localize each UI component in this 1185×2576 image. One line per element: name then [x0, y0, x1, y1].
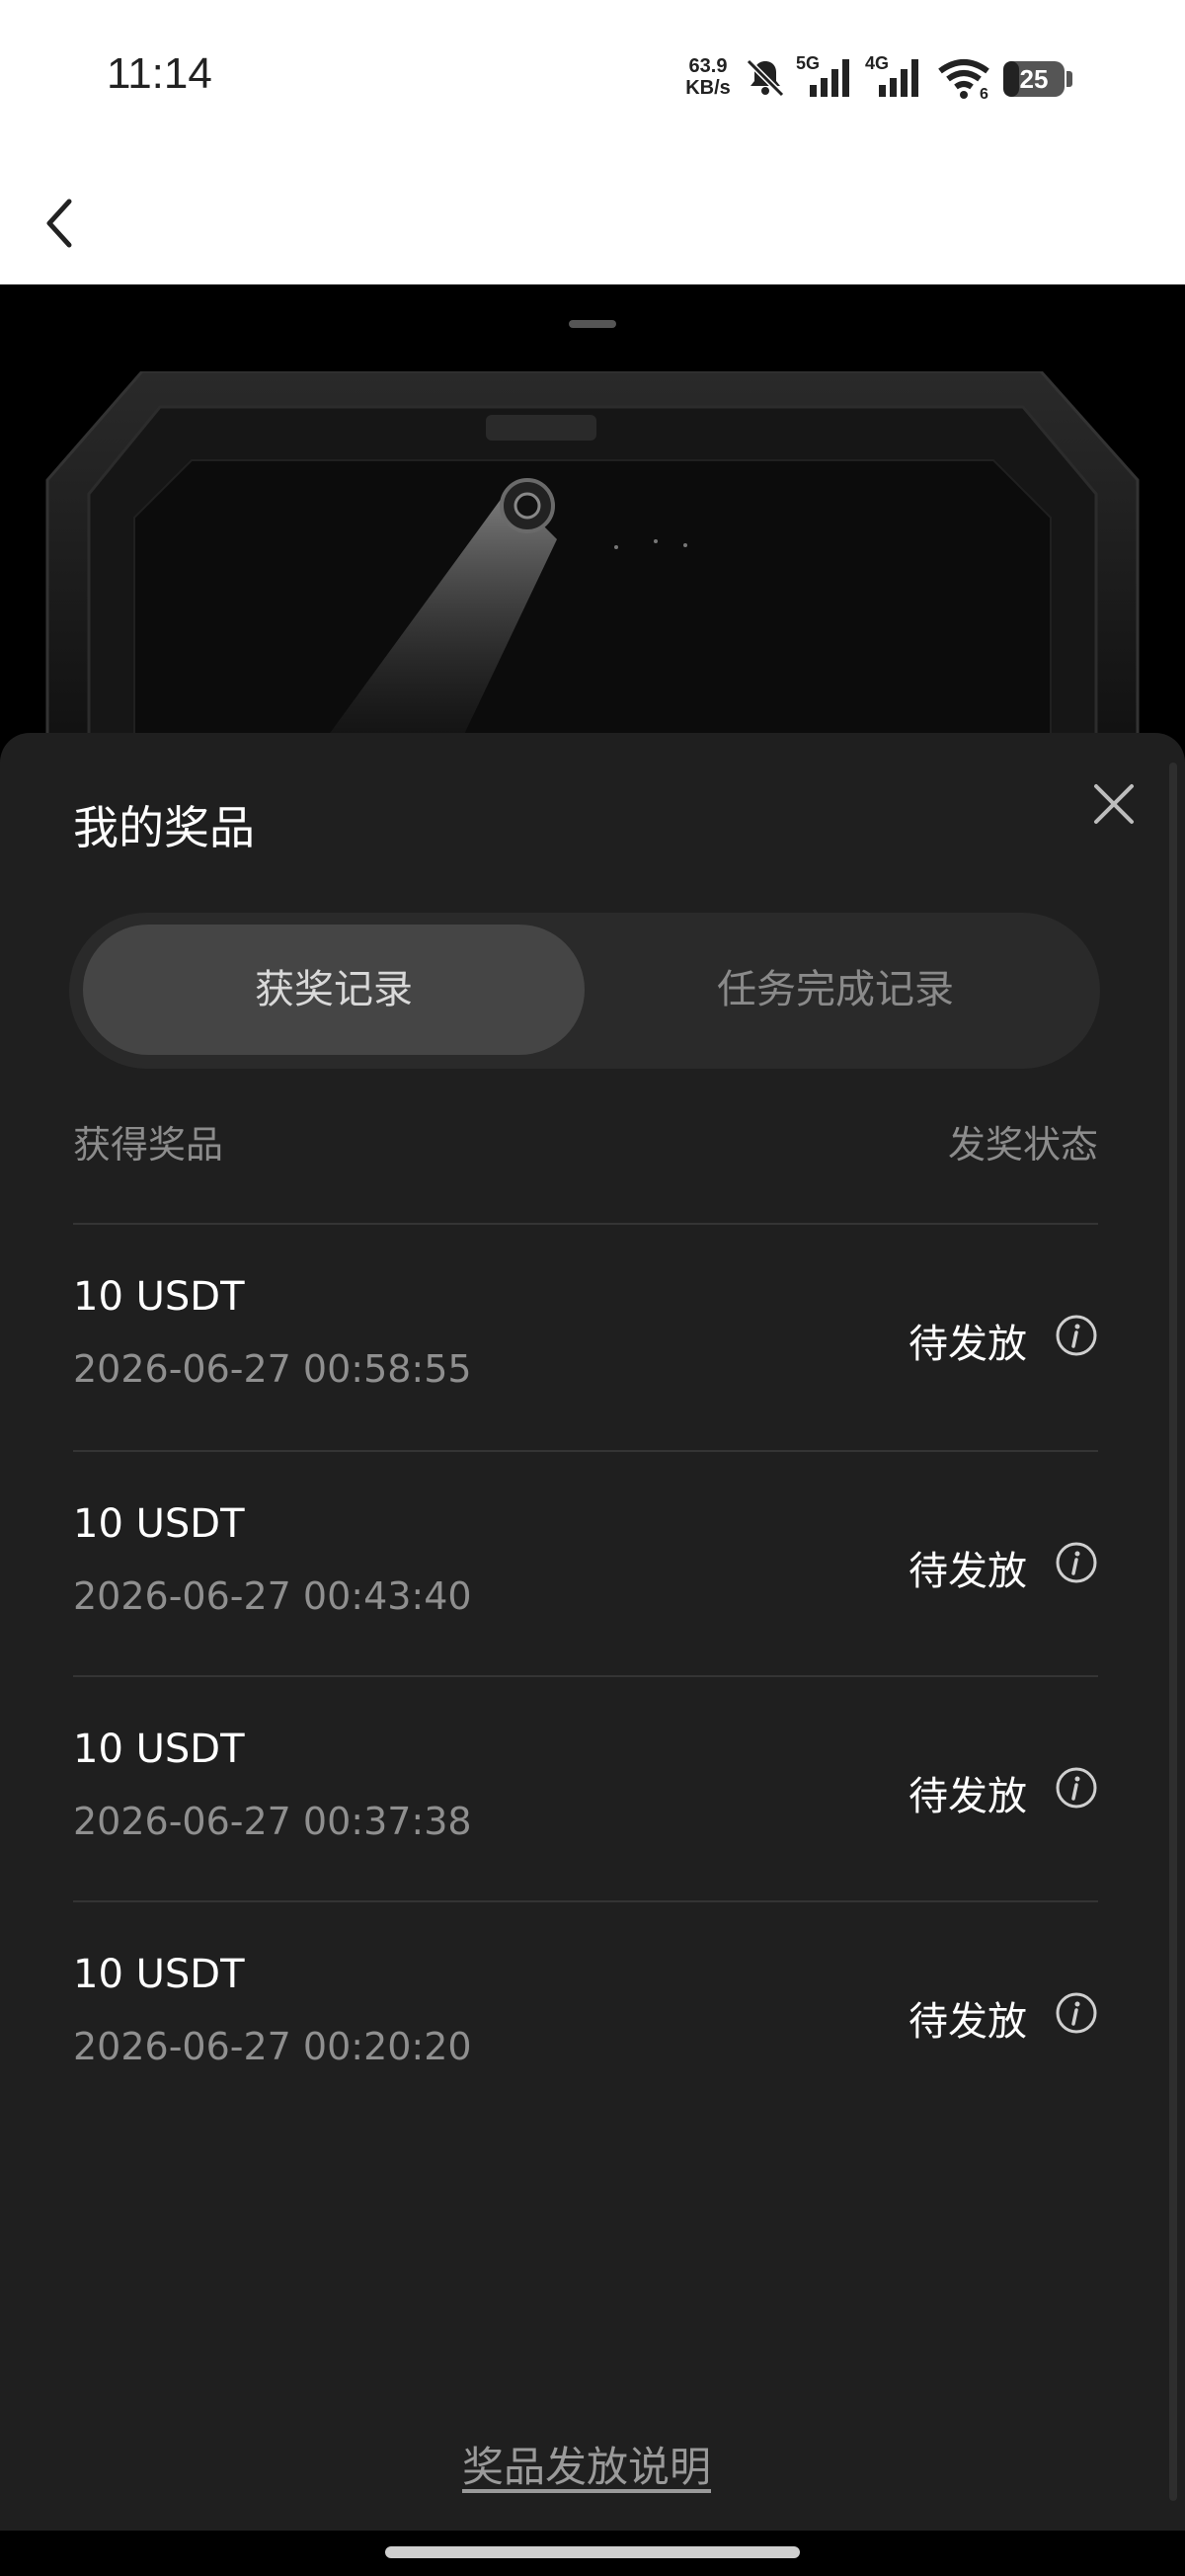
list-item: 10 USDT 2026-06-27 00:20:20 待发放: [73, 1902, 1098, 2128]
list-item: 10 USDT 2026-06-27 00:58:55 待发放: [73, 1225, 1098, 1450]
record-prize: 10 USDT: [73, 1501, 245, 1547]
record-status: 待发放: [908, 1774, 1027, 1819]
close-icon: [1094, 784, 1134, 824]
info-icon[interactable]: [1055, 1314, 1098, 1357]
info-icon[interactable]: [1055, 1991, 1098, 2035]
claw-machine-illustration: [45, 371, 1140, 747]
info-icon[interactable]: [1055, 1541, 1098, 1584]
record-status: 待发放: [908, 1549, 1027, 1594]
signal-5g-icon: 5G: [796, 53, 849, 97]
wifi-icon: 6: [938, 59, 989, 101]
tab-prize-records[interactable]: 获奖记录: [83, 925, 585, 1055]
network-4g-label: 4G: [865, 53, 889, 73]
network-speed: 63.9 KB/s: [681, 55, 735, 99]
home-indicator[interactable]: [385, 2546, 800, 2558]
battery-level: 25: [1019, 64, 1049, 94]
record-time: 2026-06-27 00:20:20: [73, 2025, 472, 2068]
list-item: 10 USDT 2026-06-27 00:43:40 待发放: [73, 1452, 1098, 1677]
record-prize: 10 USDT: [73, 1274, 245, 1320]
network-5g-label: 5G: [796, 53, 820, 73]
record-status: 待发放: [908, 1999, 1027, 2045]
record-time: 2026-06-27 00:37:38: [73, 1800, 472, 1843]
status-bar: 11:14 63.9 KB/s 5G 4G 6 25: [0, 0, 1185, 158]
prize-sheet: 我的奖品 获奖记录 任务完成记录 获得奖品 发奖状态 10 USDT 2026-…: [0, 733, 1185, 2531]
record-status: 待发放: [908, 1322, 1027, 1367]
back-button[interactable]: [36, 186, 99, 257]
scrollbar[interactable]: [1169, 763, 1177, 2501]
record-prize: 10 USDT: [73, 1727, 245, 1772]
record-tabs: 获奖记录 任务完成记录: [69, 913, 1100, 1069]
battery-icon: 25: [1003, 61, 1065, 97]
info-icon[interactable]: [1055, 1766, 1098, 1810]
signal-4g-icon: 4G: [865, 53, 918, 97]
record-prize: 10 USDT: [73, 1952, 245, 1997]
wifi-label: 6: [980, 86, 988, 101]
prize-explanation-link[interactable]: 奖品发放说明: [0, 2434, 1173, 2494]
record-time: 2026-06-27 00:58:55: [73, 1347, 472, 1391]
chevron-left-icon: [46, 199, 72, 248]
tab-task-records[interactable]: 任务完成记录: [585, 925, 1086, 1055]
mute-bell-icon: [746, 58, 785, 98]
sheet-title: 我的奖品: [73, 801, 255, 854]
battery-tip: [1066, 71, 1072, 87]
status-time: 11:14: [107, 49, 212, 98]
drag-handle[interactable]: [569, 320, 616, 328]
app-screen: 11:14 63.9 KB/s 5G 4G 6 25 我的奖品 获奖记录 任务完…: [0, 0, 1185, 2576]
column-header-status: 发奖状态: [947, 1123, 1098, 1167]
list-item: 10 USDT 2026-06-27 00:37:38 待发放: [73, 1677, 1098, 1902]
close-button[interactable]: [1090, 780, 1138, 828]
record-time: 2026-06-27 00:43:40: [73, 1574, 472, 1618]
network-speed-value: 63.9: [688, 55, 728, 77]
column-header-prize: 获得奖品: [73, 1123, 224, 1167]
app-header: [0, 158, 1185, 284]
network-speed-unit: KB/s: [685, 77, 731, 99]
